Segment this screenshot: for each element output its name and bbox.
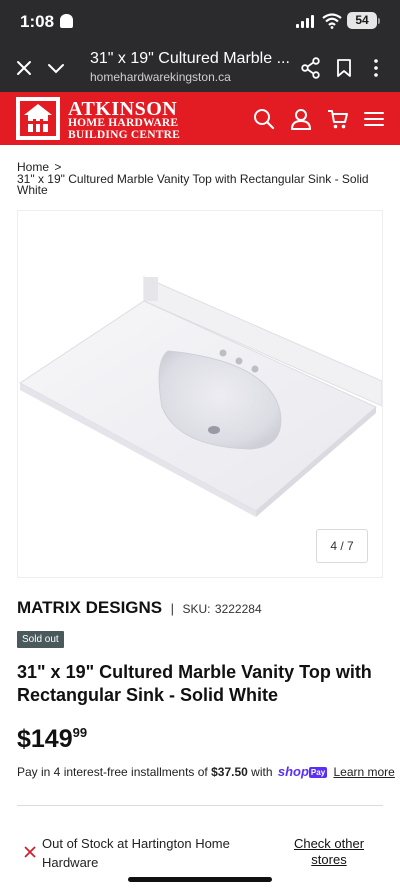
battery-indicator: 54 — [347, 12, 377, 29]
product-brand[interactable]: MATRIX DESIGNS — [17, 598, 162, 617]
battery-tip — [378, 18, 380, 24]
shop-pay-logo: shop Pay — [277, 764, 328, 779]
breadcrumb-current: 31" x 19" Cultured Marble Vanity Top wit… — [17, 171, 369, 197]
brand-divider: | — [170, 601, 174, 616]
account-icon[interactable] — [290, 108, 312, 130]
hamburger-menu-icon[interactable] — [363, 108, 385, 130]
product-image-gallery[interactable]: 4 / 7 — [17, 210, 383, 578]
snapchat-ghost-icon — [60, 14, 73, 28]
chevron-down-icon[interactable] — [46, 58, 66, 78]
price-dollars: $149 — [17, 725, 73, 753]
cellular-signal-icon — [296, 15, 316, 28]
sku-value: 3222284 — [214, 602, 262, 616]
brand-subtitle-line1: HOME HARDWARE — [68, 117, 179, 129]
out-of-stock-x-icon — [24, 846, 36, 858]
installment-amount: $37.50 — [211, 765, 248, 779]
status-time: 1:08 — [20, 12, 55, 31]
learn-more-link[interactable]: Learn more — [333, 765, 394, 779]
stock-status-message: Out of Stock at Hartington Home Hardware — [42, 836, 230, 870]
shop-pay-wordmark: shop — [277, 764, 309, 779]
product-price: $14999 — [17, 725, 87, 754]
brand-subtitle-line2: BUILDING CENTRE — [68, 129, 180, 141]
home-hardware-logo[interactable] — [16, 97, 60, 140]
installments-with: with — [251, 765, 273, 779]
price-cents: 99 — [72, 725, 88, 740]
shop-pay-box: Pay — [308, 767, 328, 778]
share-icon[interactable] — [301, 57, 321, 79]
brand-subtitle: HOME HARDWARE BUILDING CENTRE — [68, 117, 180, 141]
installments-line: Pay in 4 interest-free installments of $… — [17, 764, 395, 779]
browser-bar: 31" x 19" Cultured Marble ... homehardwa… — [0, 44, 400, 92]
brand-sku-line: MATRIX DESIGNS | SKU: 3222284 — [17, 598, 262, 618]
sold-out-badge: Sold out — [17, 631, 64, 648]
bookmark-icon[interactable] — [336, 58, 352, 78]
browser-page-title: 31" x 19" Cultured Marble ... — [90, 50, 290, 67]
search-icon[interactable] — [253, 108, 275, 130]
image-counter: 4 / 7 — [316, 529, 368, 563]
section-divider — [17, 805, 383, 806]
close-icon[interactable] — [14, 58, 34, 78]
browser-url[interactable]: homehardwarekingston.ca — [90, 70, 231, 84]
cart-icon[interactable] — [327, 108, 349, 130]
wifi-icon — [322, 13, 342, 29]
breadcrumb: Home > 31" x 19" Cultured Marble Vanity … — [17, 161, 387, 197]
site-header: ATKINSON HOME HARDWARE BUILDING CENTRE — [0, 92, 400, 145]
product-title: 31" x 19" Cultured Marble Vanity Top wit… — [17, 662, 372, 705]
home-indicator[interactable] — [128, 877, 272, 882]
product-image — [19, 276, 383, 517]
sku-label: SKU: — [182, 602, 211, 616]
installments-prefix: Pay in 4 interest-free installments of — [17, 765, 208, 779]
more-options-icon[interactable] — [369, 58, 383, 78]
status-bar: 1:08 54 — [0, 0, 400, 44]
check-other-stores-link[interactable]: Check other stores — [286, 836, 372, 868]
